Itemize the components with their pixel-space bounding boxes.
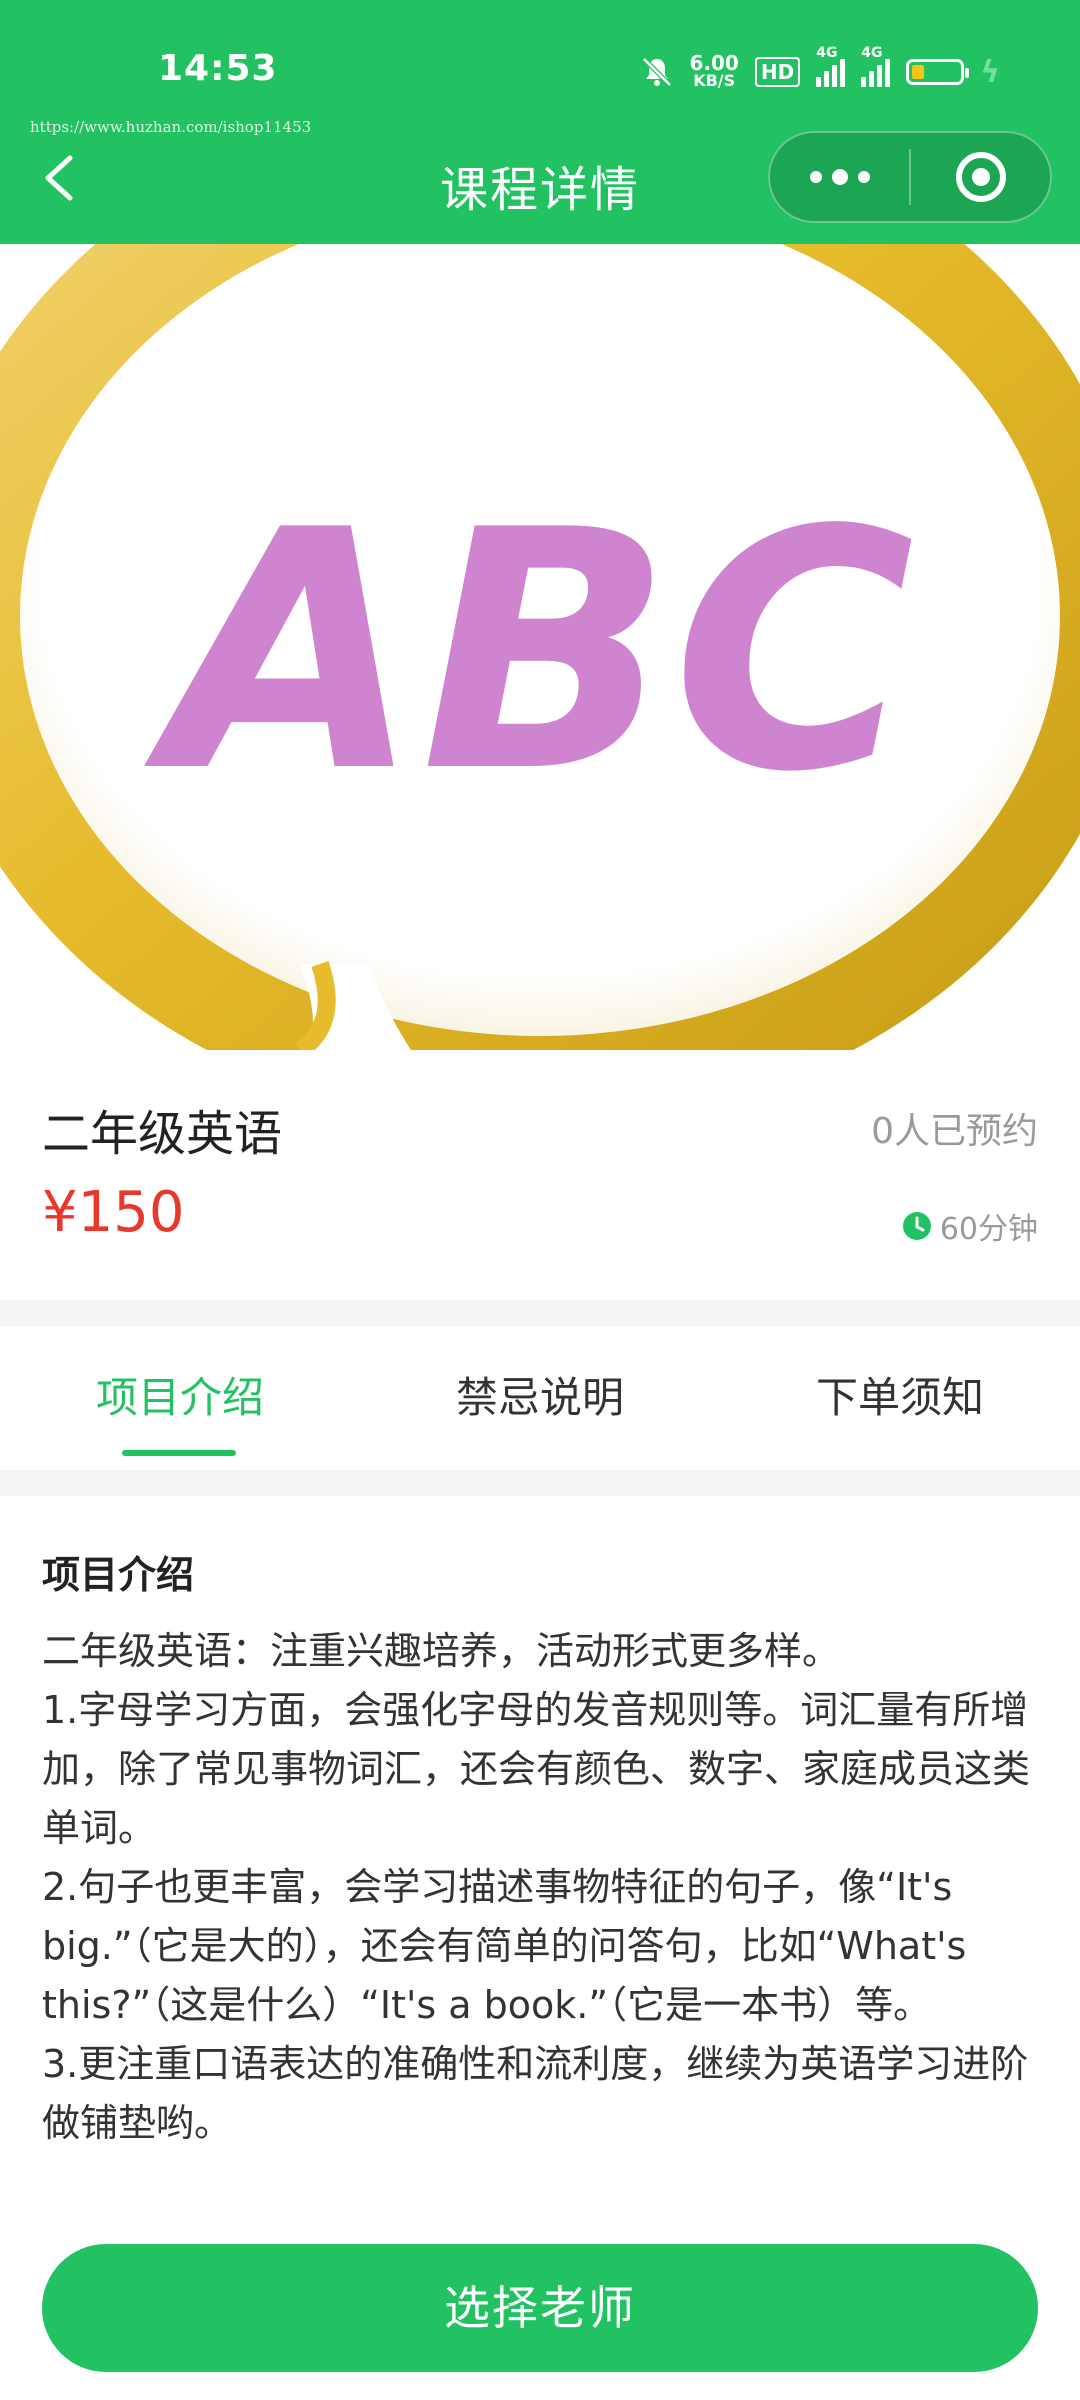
signal-label: 4G <box>816 45 838 61</box>
speed-unit: KB/S <box>693 71 736 90</box>
close-mini-program-button[interactable] <box>911 133 1050 221</box>
course-duration: 60分钟 <box>902 1204 1038 1248</box>
more-menu-button[interactable] <box>770 133 909 221</box>
course-name: 二年级英语 <box>42 1106 283 1162</box>
signal-icon: 4G <box>816 45 846 87</box>
target-close-icon <box>955 152 1006 202</box>
status-time: 14:53 <box>158 48 278 89</box>
battery-icon <box>906 59 970 85</box>
course-price: ¥150 <box>42 1180 185 1245</box>
status-icons: 6.00 KB/S HD 4G 4G ϟ <box>640 45 1000 94</box>
section-divider <box>0 1470 1080 1496</box>
course-cover-image: ABC <box>0 244 1080 1050</box>
tab-project-intro[interactable]: 项目介绍 <box>0 1326 360 1470</box>
intro-body-text: 二年级英语：注重兴趣培养，活动形式更多样。 1.字母学习方面，会强化字母的发音规… <box>42 1629 1031 2145</box>
detail-tabs: 项目介绍 禁忌说明 下单须知 <box>0 1326 1080 1470</box>
hd-voice-icon: HD <box>754 57 801 87</box>
abc-letters: ABC <box>140 460 915 844</box>
mute-bell-icon <box>641 57 672 87</box>
section-divider <box>0 1300 1080 1326</box>
signal-label: 4G <box>861 45 883 61</box>
tab-order-notice[interactable]: 下单须知 <box>720 1326 1080 1470</box>
signal-icon: 4G <box>861 45 891 87</box>
charging-icon: ϟ <box>980 54 1000 90</box>
duration-text: 60分钟 <box>939 1212 1038 1247</box>
tab-taboo-notes[interactable]: 禁忌说明 <box>360 1326 720 1470</box>
more-dots-icon <box>809 171 822 183</box>
abc-speech-bubble-image: ABC <box>0 244 1080 1050</box>
booked-count: 0人已预约 <box>871 1111 1038 1152</box>
section-title: 项目介绍 <box>42 1553 195 1597</box>
clock-icon <box>902 1212 931 1240</box>
watermark-url: https://www.huzhan.com/ishop11453 <box>30 118 312 136</box>
speed-value: 6.00 <box>689 51 739 75</box>
mini-program-capsule <box>768 131 1052 223</box>
top-bar: 14:53 6.00 KB/S HD 4G 4G ϟ https://www.h… <box>0 0 1080 244</box>
choose-teacher-button[interactable]: 选择老师 <box>42 2244 1038 2372</box>
network-speed: 6.00 KB/S <box>689 51 739 90</box>
